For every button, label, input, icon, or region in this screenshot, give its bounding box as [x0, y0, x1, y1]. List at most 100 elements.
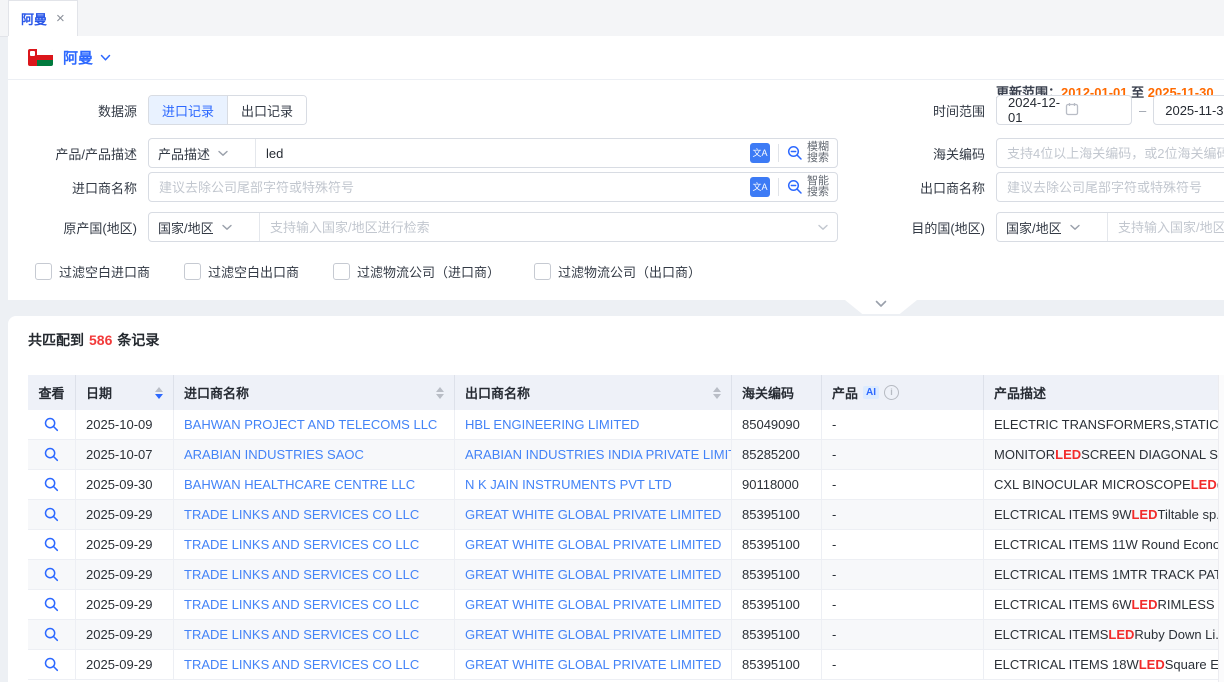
exporter-link[interactable]: GREAT WHITE GLOBAL PRIVATE LIMITED — [455, 500, 732, 530]
info-icon[interactable]: i — [884, 385, 899, 400]
summary-suffix: 条记录 — [117, 332, 159, 348]
origin-type-select[interactable]: 国家/地区 — [149, 213, 260, 241]
exporter-link[interactable]: ARABIAN INDUSTRIES INDIA PRIVATE LIMIT..… — [455, 440, 732, 470]
view-record-button[interactable] — [44, 417, 59, 432]
sort-icon[interactable] — [149, 387, 163, 399]
hs-code-input[interactable] — [996, 138, 1224, 168]
hs-code-cell: 85395100 — [732, 560, 822, 590]
summary-prefix: 共匹配到 — [28, 332, 84, 348]
tab-import-records[interactable]: 进口记录 — [149, 96, 227, 124]
checkbox-filter-logistics-importer[interactable]: 过滤物流公司（进口商） — [326, 262, 500, 281]
translate-icon[interactable]: 文A — [750, 143, 770, 163]
table-row: 2025-10-07 ARABIAN INDUSTRIES SAOC ARABI… — [28, 440, 1218, 470]
importer-link[interactable]: TRADE LINKS AND SERVICES CO LLC — [174, 530, 455, 560]
product-search-input[interactable] — [256, 139, 750, 167]
importer-name-input[interactable] — [149, 173, 750, 201]
chevron-down-icon — [1070, 224, 1080, 231]
view-record-button[interactable] — [44, 657, 59, 672]
importer-link[interactable]: TRADE LINKS AND SERVICES CO LLC — [174, 560, 455, 590]
checkbox-filter-blank-importer[interactable]: 过滤空白进口商 — [28, 262, 150, 281]
magnifier-icon — [44, 447, 59, 462]
results-count: 586 — [89, 332, 112, 348]
exporter-link[interactable]: GREAT WHITE GLOBAL PRIVATE LIMITED — [455, 530, 732, 560]
vertical-scrollbar[interactable] — [1218, 375, 1224, 682]
view-record-button[interactable] — [44, 627, 59, 642]
exporter-link[interactable]: GREAT WHITE GLOBAL PRIVATE LIMITED — [455, 620, 732, 650]
product-field-select-value: 产品描述 — [158, 144, 210, 163]
exporter-name-input[interactable] — [996, 172, 1224, 202]
destination-type-select[interactable]: 国家/地区 — [997, 213, 1108, 241]
hs-code-cell: 90118000 — [732, 470, 822, 500]
origin-country-input[interactable] — [260, 213, 809, 241]
importer-link[interactable]: TRADE LINKS AND SERVICES CO LLC — [174, 650, 455, 680]
checkbox-filter-blank-exporter[interactable]: 过滤空白出口商 — [177, 262, 299, 281]
importer-link[interactable]: TRADE LINKS AND SERVICES CO LLC — [174, 590, 455, 620]
fuzzy-search-button[interactable]: 模糊搜索 — [779, 142, 837, 165]
country-name[interactable]: 阿曼 — [63, 47, 93, 68]
search-icon — [787, 145, 803, 161]
importer-link[interactable]: ARABIAN INDUSTRIES SAOC — [174, 440, 455, 470]
product-label: 产品/产品描述 — [8, 144, 137, 163]
header-exporter[interactable]: 出口商名称 — [455, 375, 732, 410]
hs-code-label: 海关编码 — [859, 144, 985, 163]
results-summary: 共匹配到 586 条记录 — [28, 330, 159, 350]
view-record-button[interactable] — [44, 507, 59, 522]
importer-name-label: 进口商名称 — [8, 178, 137, 197]
importer-link[interactable]: TRADE LINKS AND SERVICES CO LLC — [174, 620, 455, 650]
view-cell — [28, 470, 76, 500]
chevron-down-icon — [222, 224, 232, 231]
importer-link[interactable]: TRADE LINKS AND SERVICES CO LLC — [174, 500, 455, 530]
table-row: 2025-09-29 TRADE LINKS AND SERVICES CO L… — [28, 530, 1218, 560]
sort-icon[interactable] — [430, 387, 444, 399]
checkbox-filter-logistics-exporter[interactable]: 过滤物流公司（出口商） — [527, 262, 701, 281]
exporter-link[interactable]: GREAT WHITE GLOBAL PRIVATE LIMITED — [455, 560, 732, 590]
view-record-button[interactable] — [44, 537, 59, 552]
view-record-button[interactable] — [44, 597, 59, 612]
view-record-button[interactable] — [44, 477, 59, 492]
view-cell — [28, 590, 76, 620]
search-panel: 阿曼 更新范围：2012-01-01 至 2025-11-30 数据源 进口记录… — [8, 36, 1224, 300]
view-cell — [28, 410, 76, 440]
date-end-input[interactable]: 2025-11-30 — [1153, 95, 1224, 125]
importer-link[interactable]: BAHWAN HEALTHCARE CENTRE LLC — [174, 470, 455, 500]
date-start-input[interactable]: 2024-12-01 — [996, 95, 1132, 125]
view-record-button[interactable] — [44, 567, 59, 582]
header-importer[interactable]: 进口商名称 — [174, 375, 455, 410]
smart-search-button[interactable]: 智能搜索 — [779, 176, 837, 199]
checkbox-icon[interactable] — [534, 263, 551, 280]
time-range-label: 时间范围 — [859, 101, 985, 120]
product-cell: - — [822, 650, 984, 680]
close-icon[interactable]: × — [56, 11, 65, 26]
destination-country-input[interactable] — [1108, 213, 1224, 241]
exporter-link[interactable]: GREAT WHITE GLOBAL PRIVATE LIMITED — [455, 590, 732, 620]
translate-icon[interactable]: 文A — [750, 177, 770, 197]
magnifier-icon — [44, 567, 59, 582]
importer-link[interactable]: BAHWAN PROJECT AND TELECOMS LLC — [174, 410, 455, 440]
date-range-separator: – — [1139, 103, 1146, 118]
view-cell — [28, 650, 76, 680]
header-date[interactable]: 日期 — [76, 375, 174, 410]
exporter-link[interactable]: GREAT WHITE GLOBAL PRIVATE LIMITED — [455, 650, 732, 680]
table-header-row: 查看 日期 进口商名称 出口商名称 海关编码 产品 AI i 产品描述 — [28, 375, 1218, 410]
checkbox-icon[interactable] — [333, 263, 350, 280]
chevron-down-icon[interactable] — [100, 54, 111, 62]
exporter-link[interactable]: N K JAIN INSTRUMENTS PVT LTD — [455, 470, 732, 500]
chevron-down-icon — [875, 300, 887, 308]
date-cell: 2025-09-29 — [76, 650, 174, 680]
calendar-icon — [1065, 102, 1122, 119]
description-cell: ELCTRICAL ITEMS LED Ruby Down Li... — [984, 620, 1218, 650]
tab-export-records[interactable]: 出口记录 — [227, 96, 306, 124]
exporter-link[interactable]: HBL ENGINEERING LIMITED — [455, 410, 732, 440]
collapse-panel-handle[interactable] — [845, 300, 917, 314]
destination-country-group: 国家/地区 — [996, 212, 1224, 242]
table-row: 2025-09-29 TRADE LINKS AND SERVICES CO L… — [28, 650, 1218, 680]
checkbox-icon[interactable] — [184, 263, 201, 280]
chevron-down-icon[interactable] — [809, 224, 837, 231]
country-tab[interactable]: 阿曼 × — [8, 0, 78, 36]
view-cell — [28, 440, 76, 470]
product-field-select[interactable]: 产品描述 — [149, 139, 256, 167]
sort-icon[interactable] — [707, 387, 721, 399]
view-record-button[interactable] — [44, 447, 59, 462]
view-cell — [28, 560, 76, 590]
checkbox-icon[interactable] — [35, 263, 52, 280]
